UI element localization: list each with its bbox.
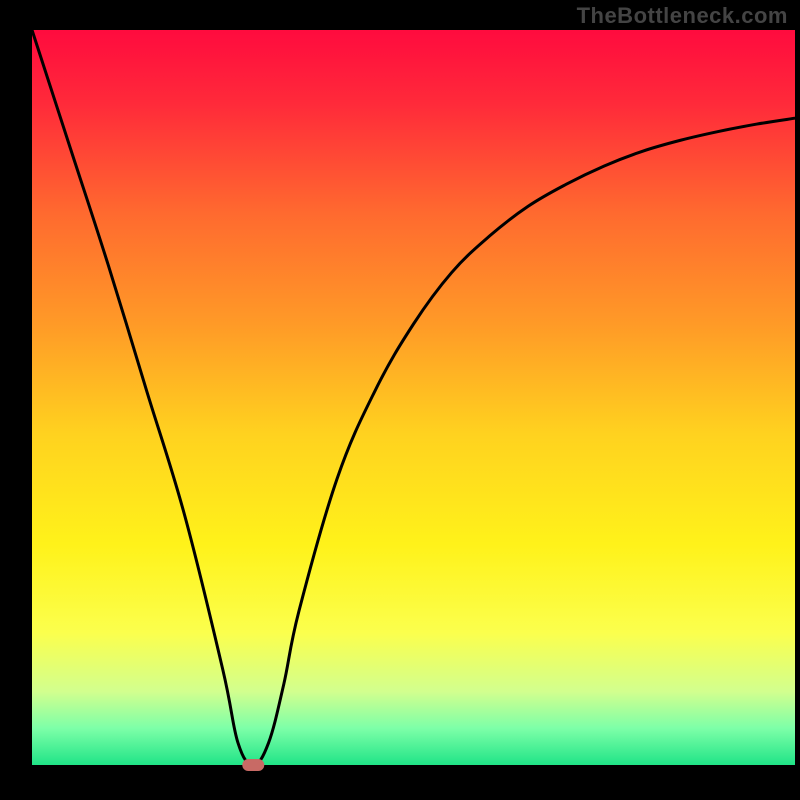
- minimum-marker: [242, 759, 264, 771]
- bottleneck-chart: [0, 0, 800, 800]
- watermark-text: TheBottleneck.com: [577, 3, 788, 29]
- chart-frame: TheBottleneck.com: [0, 0, 800, 800]
